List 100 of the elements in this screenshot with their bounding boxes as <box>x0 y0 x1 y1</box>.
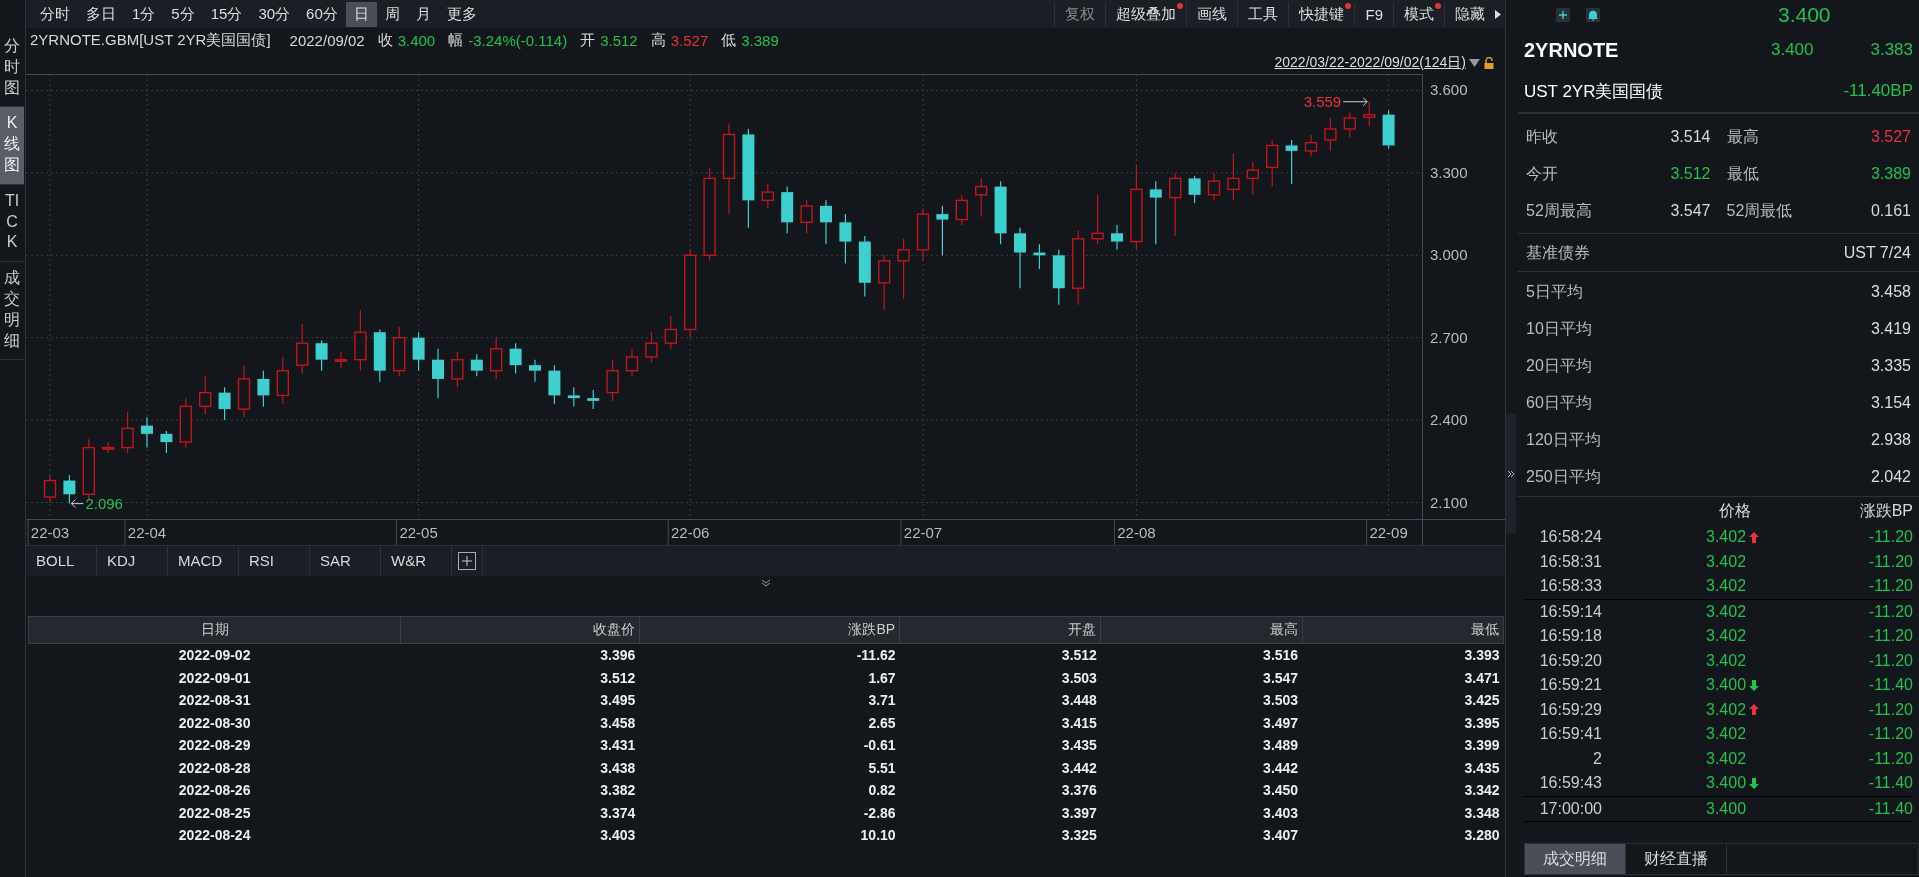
period-tab[interactable]: 60分 <box>298 1 346 27</box>
candlestick <box>1111 224 1123 251</box>
lock-icon[interactable] <box>1483 57 1495 69</box>
column-header[interactable]: 最高 <box>1100 616 1303 644</box>
table-cell-text: 3.458 <box>599 713 637 733</box>
toolbar-button[interactable]: F9 <box>1354 2 1393 26</box>
axis-label: 22-04 <box>127 524 167 541</box>
candlestick <box>567 386 580 407</box>
candlestick <box>1246 161 1259 196</box>
axis-label: 22-07 <box>903 524 943 541</box>
bell-icon[interactable] <box>1586 8 1600 22</box>
expand-handle[interactable] <box>1506 413 1516 534</box>
instrument-code: 2YRNOTE <box>1524 38 1620 62</box>
candlestick <box>432 348 444 399</box>
indicator-tab[interactable]: SAR <box>310 546 381 576</box>
indicator-tab[interactable]: BOLL <box>26 546 97 576</box>
stat-label: 120日平均 <box>1526 430 1601 450</box>
side-tab[interactable]: K线图 <box>0 107 24 185</box>
indicator-tab[interactable]: KDJ <box>97 546 168 576</box>
candlestick <box>334 350 348 369</box>
stat-value: 2.938 <box>1870 430 1911 450</box>
panel-tab[interactable]: 财经直播 <box>1626 844 1727 874</box>
period-tab[interactable]: 1分 <box>124 1 164 27</box>
candlestick <box>121 411 134 454</box>
period-tab[interactable]: 多日 <box>78 1 124 27</box>
toolbar-button[interactable]: 模式 <box>1393 1 1444 27</box>
field-label: 高 <box>650 30 666 50</box>
column-header[interactable]: 涨跌BP <box>639 616 900 644</box>
column-header[interactable]: 日期 <box>28 616 401 644</box>
stat-value: UST 7/24 <box>1843 243 1911 263</box>
candlestick <box>664 315 677 350</box>
candlestick <box>199 375 212 416</box>
tick-change: -11.20 <box>1867 725 1913 744</box>
period-tab[interactable]: 日 <box>345 1 377 27</box>
candlestick <box>1091 194 1104 245</box>
candlestick <box>509 342 522 374</box>
candlestick <box>1304 133 1318 157</box>
stat-value: 3.154 <box>1870 393 1911 413</box>
candlestick <box>781 186 794 234</box>
add-icon[interactable] <box>1556 8 1570 22</box>
axis-label: 2.100 <box>1430 493 1468 511</box>
indicator-tab[interactable]: RSI <box>239 546 310 576</box>
table-cell-text: 2022-08-26 <box>177 781 252 801</box>
stat-value: 3.419 <box>1870 319 1911 339</box>
candlestick <box>548 364 561 405</box>
side-tab[interactable]: TICK <box>0 184 24 263</box>
table-cell-text: 3.407 <box>1262 826 1300 846</box>
side-tab[interactable]: 成交明细 <box>0 262 24 361</box>
indicator-tab[interactable]: MACD <box>168 546 239 576</box>
stat-value: 3.335 <box>1870 356 1911 376</box>
tick-change: -11.20 <box>1867 627 1913 646</box>
period-tab[interactable]: 5分 <box>163 1 203 27</box>
date-range[interactable]: 2022/03/22-2022/09/02(124日) <box>1274 54 1466 72</box>
stat-value: 3.547 <box>1670 201 1711 221</box>
candlestick <box>1363 101 1376 127</box>
table-cell: 3.512 <box>899 643 1101 667</box>
tick-change: -11.40 <box>1867 676 1913 695</box>
toolbar-button[interactable]: 快捷键 <box>1288 1 1355 27</box>
table-cell-text: 2.65 <box>867 713 897 733</box>
panel-tab[interactable]: 成交明细 <box>1525 844 1626 874</box>
table-cell-text: 2022-08-30 <box>177 713 252 733</box>
candlestick <box>1188 175 1201 204</box>
candlestick <box>393 326 406 377</box>
period-tab[interactable]: 月 <box>407 1 439 27</box>
expand-arrow-icon[interactable] <box>1495 9 1501 19</box>
period-tab[interactable]: 30分 <box>250 1 299 27</box>
stat-label: 最低 <box>1726 164 1760 184</box>
expand-icon[interactable] <box>1507 469 1515 478</box>
tick-change: -11.20 <box>1867 651 1913 670</box>
period-tab[interactable]: 分时 <box>32 1 78 27</box>
tick-price: 3.402 <box>1706 725 1747 744</box>
candlestick <box>858 235 871 298</box>
price-annotation: 2.096 <box>70 494 123 512</box>
candlestick <box>160 430 173 454</box>
indicator-tab[interactable]: W&R <box>381 546 452 576</box>
period-tab[interactable]: 更多 <box>438 1 485 27</box>
add-icon[interactable] <box>458 552 476 570</box>
toolbar-button[interactable]: 工具 <box>1237 1 1289 27</box>
toolbar-button[interactable]: 超级叠加 <box>1105 1 1187 27</box>
field-label: 开 <box>580 30 596 50</box>
dropdown-icon[interactable] <box>1469 59 1480 67</box>
period-tab[interactable]: 周 <box>376 1 408 27</box>
collapse-icon[interactable] <box>760 579 771 587</box>
period-tab[interactable]: 15分 <box>202 1 251 27</box>
candlestick <box>43 474 57 504</box>
tick-change: -11.20 <box>1867 577 1913 596</box>
toolbar-button[interactable]: 画线 <box>1186 1 1238 27</box>
candlestick <box>839 213 852 265</box>
table-cell-text: 3.442 <box>1060 758 1098 778</box>
column-header[interactable]: 最低 <box>1302 616 1504 644</box>
column-header[interactable]: 收盘价 <box>400 616 640 644</box>
candlestick <box>1033 243 1046 270</box>
tick-change: -11.20 <box>1867 602 1913 621</box>
table-cell-text: 3.431 <box>599 736 637 756</box>
table-cell-text: 3.495 <box>599 691 637 711</box>
column-header[interactable]: 开盘 <box>899 616 1101 644</box>
table-cell-text: -2.86 <box>862 803 897 823</box>
tick-time: 16:58:31 <box>1538 552 1602 571</box>
candlestick <box>606 359 619 402</box>
column-header: 价格 <box>1718 501 1752 521</box>
